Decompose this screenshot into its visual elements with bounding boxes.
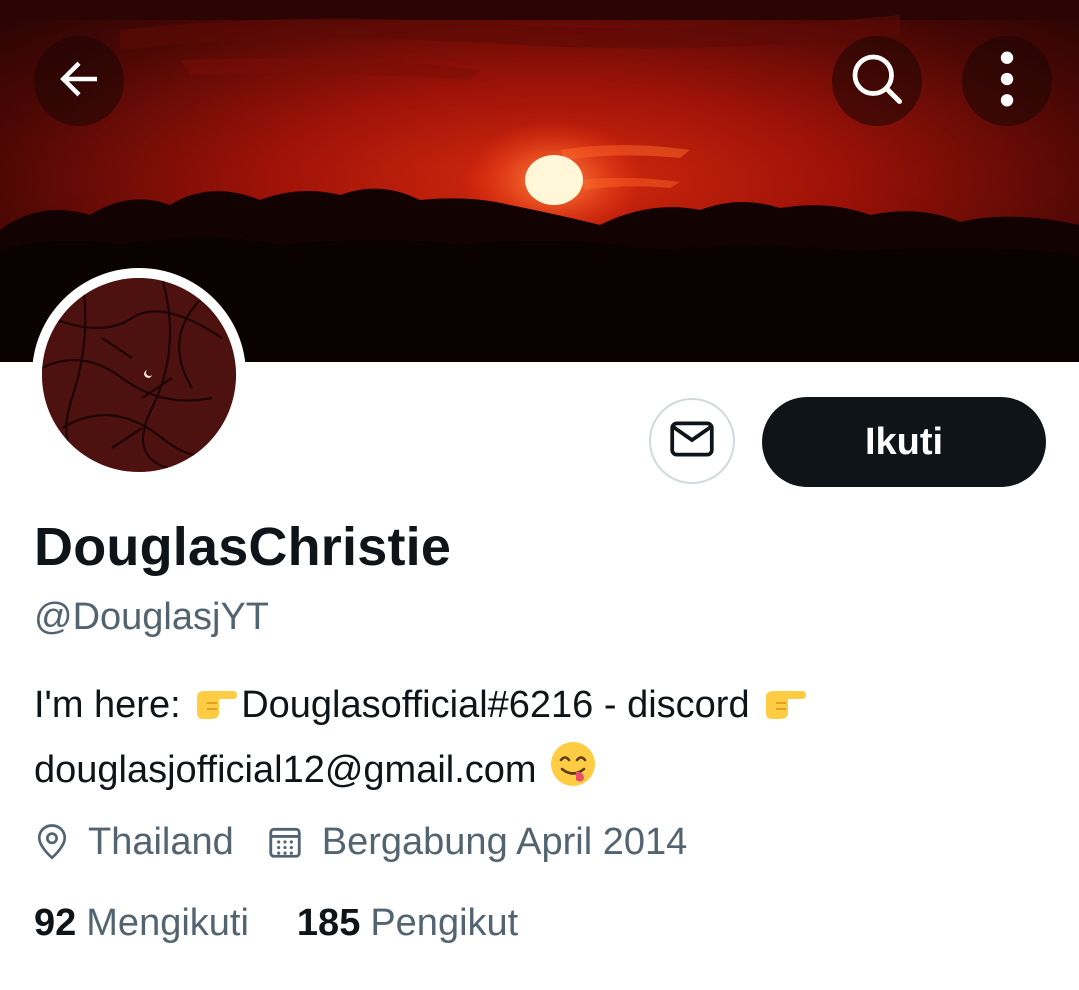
bio-discord: Douglasofficial#6216 - discord	[241, 684, 761, 726]
yum-emoji	[549, 740, 597, 805]
following-link[interactable]: 92 Mengikuti	[34, 902, 249, 945]
search-icon	[847, 49, 907, 114]
search-button[interactable]	[832, 36, 922, 126]
location-text: Thailand	[88, 820, 234, 863]
more-options-button[interactable]	[962, 36, 1052, 126]
avatar[interactable]	[32, 268, 246, 482]
join-date: Bergabung April 2014	[266, 820, 688, 864]
arrow-left-icon	[52, 52, 106, 111]
join-date-text: Bergabung April 2014	[321, 820, 688, 863]
location-pin-icon	[34, 822, 70, 862]
bio-line-2: douglasjofficial12@gmail.com	[34, 740, 1054, 805]
followers-link[interactable]: 185 Pengikut	[297, 902, 518, 945]
followers-label: Pengikut	[370, 902, 519, 944]
bio-email: douglasjofficial12@gmail.com	[34, 749, 537, 791]
following-label: Mengikuti	[86, 902, 249, 944]
following-count: 92	[34, 902, 77, 944]
avatar-image	[42, 278, 236, 472]
pointing-right-emoji	[193, 682, 239, 740]
location: Thailand	[34, 821, 234, 864]
message-button[interactable]	[649, 398, 735, 484]
back-button[interactable]	[34, 36, 124, 126]
follow-button[interactable]: Ikuti	[762, 397, 1046, 487]
pointing-right-emoji	[762, 682, 808, 740]
envelope-icon	[667, 414, 717, 469]
bio: I'm here: Douglasofficial#6216 - discord…	[34, 676, 1054, 805]
calendar-icon	[266, 823, 304, 861]
user-handle: @DouglasjYT	[34, 596, 269, 638]
bio-prefix: I'm here:	[34, 684, 192, 726]
followers-count: 185	[296, 902, 361, 944]
more-vertical-icon	[997, 50, 1017, 113]
bio-line-1: I'm here: Douglasofficial#6216 - discord	[34, 676, 1054, 740]
profile-meta: Thailand Bergabung April 2014	[34, 814, 687, 870]
display-name: DouglasChristie	[34, 517, 452, 577]
follow-stats: 92 Mengikuti 185 Pengikut	[34, 902, 518, 945]
